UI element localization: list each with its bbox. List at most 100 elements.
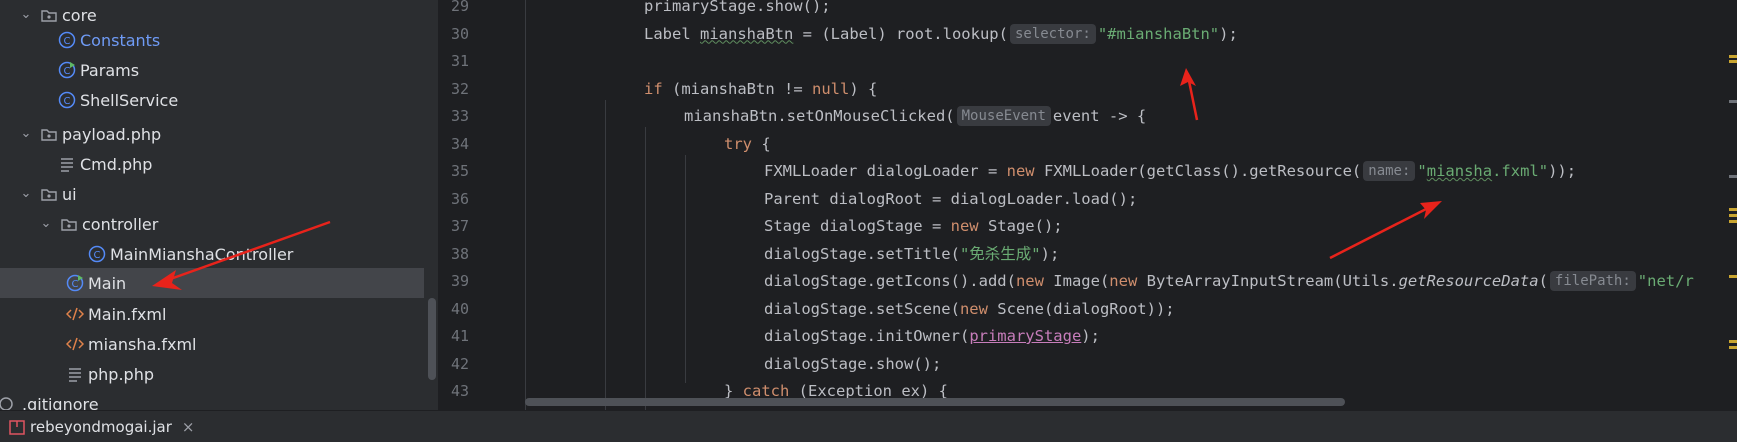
code-text: = (Label) root.lookup( xyxy=(793,24,1008,43)
string-literal: " xyxy=(1417,162,1427,180)
keyword: new xyxy=(950,217,979,235)
folder-icon xyxy=(40,6,58,24)
warning-marker[interactable] xyxy=(1729,60,1737,63)
code-line-42: dialogStage.show(); xyxy=(764,351,941,379)
code-text: Stage dialogStage = xyxy=(764,217,951,235)
warning-marker[interactable] xyxy=(1729,214,1737,217)
inlay-hint: selector: xyxy=(1009,23,1096,44)
code-text: primaryStage.show(); xyxy=(644,0,831,15)
tree-item-label: .gitignore xyxy=(22,394,99,411)
code-text: FXMLLoader(getClass().getResource( xyxy=(1034,162,1362,180)
tree-item-mainmianshacontroller[interactable]: C MainMianshaController xyxy=(0,239,438,269)
warning-marker[interactable] xyxy=(1729,340,1737,343)
string-literal: "免杀生成" xyxy=(959,244,1041,263)
text-file-icon xyxy=(58,155,76,173)
chevron-down-icon[interactable]: ⌄ xyxy=(38,216,54,232)
inlay-hint: MouseEvent xyxy=(956,106,1051,126)
tree-item-gitignore[interactable]: .gitignore xyxy=(0,389,424,410)
xml-file-icon xyxy=(66,335,84,353)
project-tree: ⌄ core C Constants C Params C ShellServi… xyxy=(0,0,438,410)
code-text: ) { xyxy=(849,79,878,98)
tree-item-main[interactable]: C Main xyxy=(0,268,424,298)
warning-marker[interactable] xyxy=(1729,346,1737,349)
indent-guide xyxy=(685,155,686,383)
close-icon[interactable]: × xyxy=(182,418,195,436)
tree-item-ui[interactable]: ⌄ ui xyxy=(0,179,438,209)
chevron-down-icon[interactable]: ⌄ xyxy=(18,7,34,23)
code-text: dialogStage.setScene( xyxy=(764,299,960,318)
tree-item-label: Cmd.php xyxy=(80,154,153,174)
error-stripe[interactable] xyxy=(1727,0,1737,410)
line-number: 42 xyxy=(450,354,469,373)
svg-text:C: C xyxy=(72,279,79,290)
line-number: 32 xyxy=(450,79,469,98)
horizontal-scrollbar[interactable] xyxy=(525,398,1345,406)
code-text: { xyxy=(752,134,771,153)
warning-marker[interactable] xyxy=(1729,220,1737,223)
keyword: new xyxy=(1109,272,1138,290)
tree-item-label: Constants xyxy=(80,30,161,50)
code-line-29: primaryStage.show(); xyxy=(644,0,831,21)
code-text: mianshaBtn.setOnMouseClicked( xyxy=(684,107,955,125)
line-number: 29 xyxy=(450,0,469,15)
line-gutter: 29 30 31 32 33 34 35 36 37 38 39 40 41 4… xyxy=(439,0,511,410)
code-line-33: mianshaBtn.setOnMouseClicked(MouseEvent e… xyxy=(684,103,1146,131)
tree-item-label: core xyxy=(62,5,97,25)
tree-item-constants[interactable]: C Constants xyxy=(0,25,438,55)
tree-item-params[interactable]: C Params xyxy=(0,55,438,85)
tree-item-cmd-php[interactable]: Cmd.php xyxy=(0,149,438,179)
method-name: getResourceData xyxy=(1398,272,1539,290)
code-line-37: Stage dialogStage = new Stage(); xyxy=(764,213,1063,241)
line-number: 39 xyxy=(450,272,469,290)
tree-item-payload-php[interactable]: ⌄ payload.php xyxy=(0,119,438,149)
ide-window: ⌄ core C Constants C Params C ShellServi… xyxy=(0,0,1737,442)
info-marker[interactable] xyxy=(1729,100,1737,103)
jar-tab[interactable]: rebeyondmogai.jar × xyxy=(8,414,194,440)
code-line-41: dialogStage.initOwner(primaryStage); xyxy=(764,323,1100,351)
tree-item-label: Params xyxy=(80,60,140,80)
code-text: FXMLLoader dialogLoader = xyxy=(764,162,1007,180)
string-literal: "net/r xyxy=(1637,272,1694,290)
tree-item-label: ui xyxy=(62,184,77,204)
code-editor[interactable]: 29 30 31 32 33 34 35 36 37 38 39 40 41 4… xyxy=(439,0,1737,410)
code-line-36: Parent dialogRoot = dialogLoader.load(); xyxy=(764,186,1137,214)
keyword: try xyxy=(724,134,752,153)
tree-item-main-fxml[interactable]: Main.fxml xyxy=(0,299,438,329)
code-text: dialogStage.setTitle( xyxy=(764,244,960,263)
indent-guide xyxy=(645,127,646,410)
svg-text:C: C xyxy=(64,66,71,77)
line-number: 33 xyxy=(450,107,469,125)
tree-item-label: payload.php xyxy=(62,124,162,144)
tree-item-label: MainMianshaController xyxy=(110,244,294,264)
code-text: dialogStage.initOwner( xyxy=(764,327,970,345)
keyword: new xyxy=(959,299,988,318)
line-number: 36 xyxy=(450,189,469,208)
string-literal: miansha xyxy=(1426,162,1493,180)
line-number: 35 xyxy=(450,162,469,180)
warning-marker[interactable] xyxy=(1729,208,1737,211)
tree-item-shellservice[interactable]: C ShellService xyxy=(0,85,438,115)
keyword: if xyxy=(644,79,663,98)
code-text: ); xyxy=(1081,327,1100,345)
warning-marker[interactable] xyxy=(1729,275,1737,278)
tree-scrollbar[interactable] xyxy=(428,298,436,380)
folder-icon xyxy=(40,125,58,143)
code-text: Scene(dialogRoot)); xyxy=(987,299,1175,318)
class-icon: C xyxy=(58,31,76,49)
info-marker[interactable] xyxy=(1729,175,1737,178)
svg-text:C: C xyxy=(64,96,71,107)
code-text: Parent dialogRoot = dialogLoader.load(); xyxy=(764,189,1138,208)
code-text: Stage(); xyxy=(978,217,1063,235)
tree-item-controller[interactable]: ⌄ controller xyxy=(0,209,438,239)
chevron-down-icon[interactable]: ⌄ xyxy=(18,126,34,142)
code-line-32: if (mianshaBtn != null) { xyxy=(644,76,877,104)
chevron-down-icon[interactable]: ⌄ xyxy=(18,186,34,202)
indent-guide xyxy=(525,0,526,410)
tree-item-php-php[interactable]: php.php xyxy=(0,359,438,389)
keyword: new xyxy=(1006,162,1035,180)
tree-item-miansha-fxml[interactable]: miansha.fxml xyxy=(0,329,438,359)
runnable-class-icon: C xyxy=(66,274,84,292)
field-reference: primaryStage xyxy=(969,327,1082,345)
warning-marker[interactable] xyxy=(1729,55,1737,58)
tree-item-label: Main xyxy=(88,273,127,293)
